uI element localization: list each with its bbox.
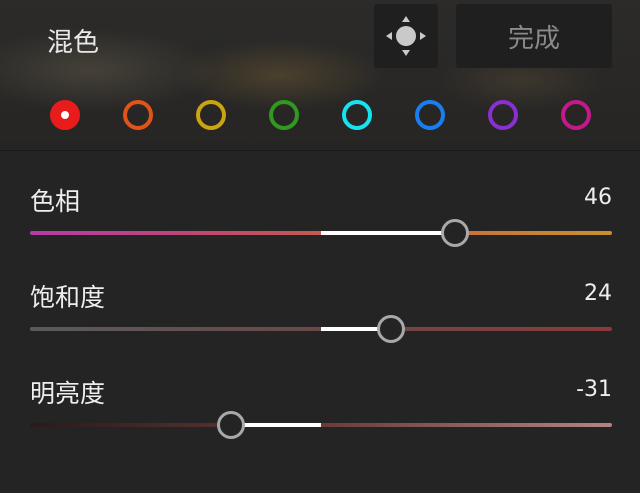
swatch-purple[interactable] — [488, 100, 518, 130]
swatch-orange[interactable] — [123, 100, 153, 130]
swatch-blue[interactable] — [415, 100, 445, 130]
slider-label: 明亮度 — [30, 379, 106, 408]
slider-knob[interactable] — [216, 411, 245, 439]
slider-value: 46 — [584, 185, 612, 210]
selected-indicator — [61, 111, 69, 119]
target-adjustment-button[interactable] — [374, 4, 438, 68]
swatch-red[interactable] — [50, 100, 80, 130]
slider-label: 色相 — [30, 187, 81, 216]
color-mix-header-area: 混色 完成 — [0, 0, 640, 151]
slider-label: 饱和度 — [30, 283, 106, 312]
swatch-magenta[interactable] — [561, 100, 591, 130]
slider-knob[interactable] — [440, 219, 469, 247]
slider-value: -31 — [576, 377, 612, 402]
done-button[interactable]: 完成 — [456, 4, 612, 68]
panel-title: 混色 — [47, 28, 100, 58]
slider-fill — [321, 231, 455, 235]
slider-value: 24 — [584, 281, 612, 306]
move-target-icon — [386, 16, 426, 56]
slider-track[interactable] — [30, 423, 612, 427]
swatch-yellow[interactable] — [196, 100, 226, 130]
slider-knob[interactable] — [376, 315, 405, 343]
swatch-aqua[interactable] — [342, 100, 372, 130]
swatch-green[interactable] — [269, 100, 299, 130]
